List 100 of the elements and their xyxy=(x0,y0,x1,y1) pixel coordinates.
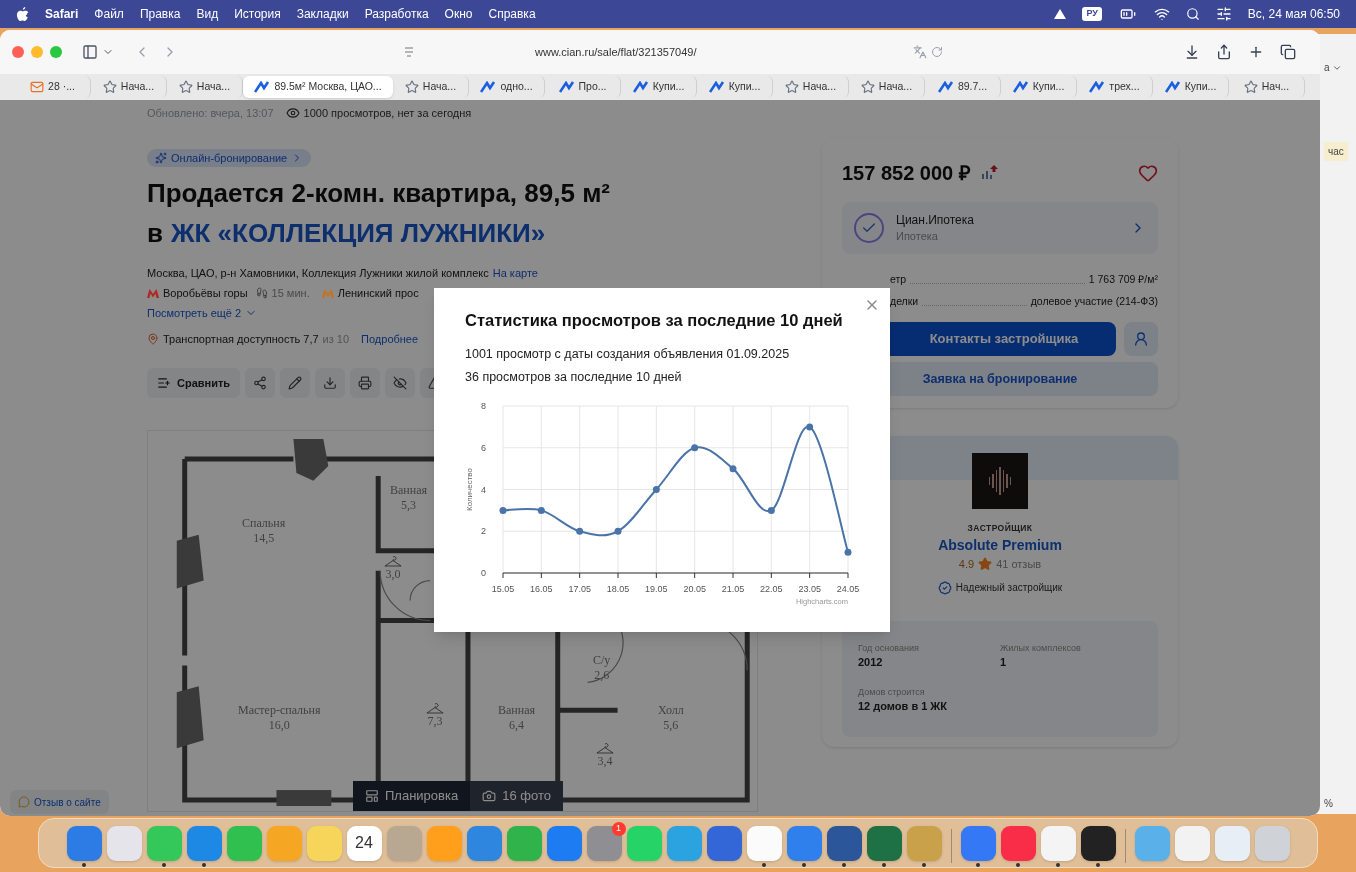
browser-tab[interactable]: Нач... xyxy=(1229,76,1305,98)
mortgage-title: Циан.Ипотека xyxy=(896,212,974,228)
room-name: Ванная xyxy=(498,703,536,718)
details-link[interactable]: Подробнее xyxy=(361,330,419,348)
transport-score: Транспортная доступность 7,7 xyxy=(163,331,319,347)
menu-item[interactable]: Разработка xyxy=(364,5,429,23)
stat-label: Год основания xyxy=(858,642,920,656)
y-tick-label: 6 xyxy=(481,443,486,453)
menu-item[interactable]: Окно xyxy=(444,5,473,23)
fact-value: долевое участие (214-ФЗ) xyxy=(1030,294,1158,310)
menu-item[interactable]: Закладки xyxy=(296,5,349,23)
media-tab[interactable]: Планировка xyxy=(353,781,471,811)
x-tick-label: 21.05 xyxy=(721,584,745,595)
metro-station: Воробьёвы горы xyxy=(163,285,248,301)
browser-tab[interactable]: 28 ·... xyxy=(15,76,91,98)
room-name: Холл xyxy=(658,703,684,718)
stats-line: 1001 просмотр с даты создания объявления 01.09.2025 xyxy=(465,345,791,363)
room-area: 6,4 xyxy=(509,718,524,733)
x-tick-label: 22.05 xyxy=(760,584,783,595)
metro-station: Ленинский прос xyxy=(337,285,419,301)
browser-tab[interactable]: Купи... xyxy=(621,76,697,98)
x-tick-label: 19.05 xyxy=(645,584,668,595)
browser-tab[interactable]: Купи... xyxy=(697,76,773,98)
media-tab[interactable]: 16 фото xyxy=(470,781,563,811)
developer-name[interactable]: Absolute Premium xyxy=(938,534,1062,556)
feedback-button[interactable]: Отзыв о сайте xyxy=(10,790,109,814)
browser-tab[interactable]: Нача... xyxy=(773,76,849,98)
y-tick-label: 0 xyxy=(481,568,486,579)
browser-tab[interactable]: Нача... xyxy=(91,76,167,98)
room-area: 3,0 xyxy=(385,567,401,582)
browser-tab[interactable]: 89.5м² Москва, ЦАО... xyxy=(243,76,393,98)
browser-tab[interactable]: одно... xyxy=(469,76,545,98)
x-tick-label: 16.05 xyxy=(530,584,553,595)
stat-value: 1 xyxy=(1000,655,1008,670)
stat-value: 12 домов в 1 ЖК xyxy=(858,699,949,714)
room-area: 16,0 xyxy=(268,718,290,733)
address-bar[interactable]: www.cian.ru/sale/flat/321357049/ xyxy=(403,37,943,67)
complex-link[interactable]: ЖК «КОЛЛЕКЦИЯ ЛУЖНИКИ» xyxy=(171,213,546,253)
room-area: 2,6 xyxy=(594,668,610,683)
mortgage-card[interactable]: Циан.Ипотека Ипотека xyxy=(842,202,1158,254)
app-menu[interactable]: Safari xyxy=(45,5,79,23)
y-axis-title: Количество xyxy=(465,468,474,512)
browser-tab[interactable]: Нача... xyxy=(849,76,925,98)
map-link[interactable]: На карте xyxy=(492,264,538,282)
browser-tab[interactable]: Нача... xyxy=(393,76,469,98)
input-source-indicator[interactable]: РУ xyxy=(1082,7,1102,21)
menu-item[interactable]: Вид xyxy=(196,5,219,23)
rating-value: 4.9 xyxy=(958,556,975,572)
price-text: 157 852 000 ₽ xyxy=(842,161,971,186)
browser-tab[interactable]: Купи... xyxy=(1153,76,1229,98)
dialog-title: Статистика просмотров за последние 10 дней xyxy=(465,310,844,331)
x-tick-label: 20.05 xyxy=(683,584,706,595)
stat-label: Домов строится xyxy=(858,686,926,700)
menu-item[interactable]: Правка xyxy=(139,5,181,23)
stats-line: 36 просмотров за последние 10 дней xyxy=(465,368,683,386)
window-text: час xyxy=(1324,142,1348,161)
room-area: 3,4 xyxy=(597,754,613,769)
browser-tab[interactable]: 89.7... xyxy=(925,76,1001,98)
room-area: 14,5 xyxy=(253,531,275,546)
room-name: С/у xyxy=(593,653,611,668)
listing-title: Продается 2-комн. квартира, 89,5 м² xyxy=(147,177,612,210)
stat-value: 2012 xyxy=(858,655,884,670)
room-area: 7,3 xyxy=(427,714,443,729)
calendar-day: 24 xyxy=(355,831,373,855)
app-icon[interactable]: 24 xyxy=(346,825,382,861)
fact-value: 1 763 709 ₽/м² xyxy=(1088,272,1158,288)
verified-text: Надежный застройщик xyxy=(955,581,1063,596)
room-name: Мастер-спальня xyxy=(238,703,321,718)
room-area: 5,3 xyxy=(401,498,416,513)
stat-label: Жилых комплексов xyxy=(1000,642,1082,656)
menu-item[interactable]: Справка xyxy=(488,5,536,23)
walk-time: 15 мин. xyxy=(271,285,310,301)
window-text: % xyxy=(1324,797,1333,811)
show-more-link[interactable]: Посмотреть ещё 2 xyxy=(147,304,242,322)
room-area: 5,6 xyxy=(663,718,679,733)
menu-item[interactable]: История xyxy=(234,5,281,23)
views-text: 1000 просмотров, нет за сегодня xyxy=(303,105,472,121)
room-name: Ванная xyxy=(390,483,428,498)
window-text: а xyxy=(1324,61,1330,75)
x-tick-label: 18.05 xyxy=(606,584,630,595)
x-tick-label: 17.05 xyxy=(568,584,591,595)
browser-tab[interactable]: трех... xyxy=(1077,76,1153,98)
room-name: Спальня xyxy=(242,516,286,531)
browser-tab[interactable]: Купи... xyxy=(1001,76,1077,98)
menu-clock[interactable]: Вс, 24 мая 06:50 xyxy=(1247,5,1340,23)
y-tick-label: 2 xyxy=(481,526,486,537)
compare-button[interactable]: Сравнить xyxy=(147,368,241,398)
y-tick-label: 8 xyxy=(481,401,486,412)
mortgage-subtitle: Ипотека xyxy=(896,229,939,244)
x-tick-label: 24.05 xyxy=(836,584,860,595)
menu-item[interactable]: Файл xyxy=(94,5,124,23)
x-tick-label: 15.05 xyxy=(491,584,515,595)
x-tick-label: 23.05 xyxy=(798,584,821,595)
address-text: Москва, ЦАО, р-н Хамовники, Коллекция Лужники жилой комплекс xyxy=(147,265,489,281)
fact-label: делки xyxy=(890,294,919,310)
browser-tab[interactable]: Про... xyxy=(545,76,621,98)
y-tick-label: 4 xyxy=(481,484,486,495)
developer-caption: ЗАСТРОЙЩИК xyxy=(967,522,1033,535)
fact-label: етр xyxy=(890,272,907,288)
notification-badge: 1 xyxy=(611,821,626,836)
